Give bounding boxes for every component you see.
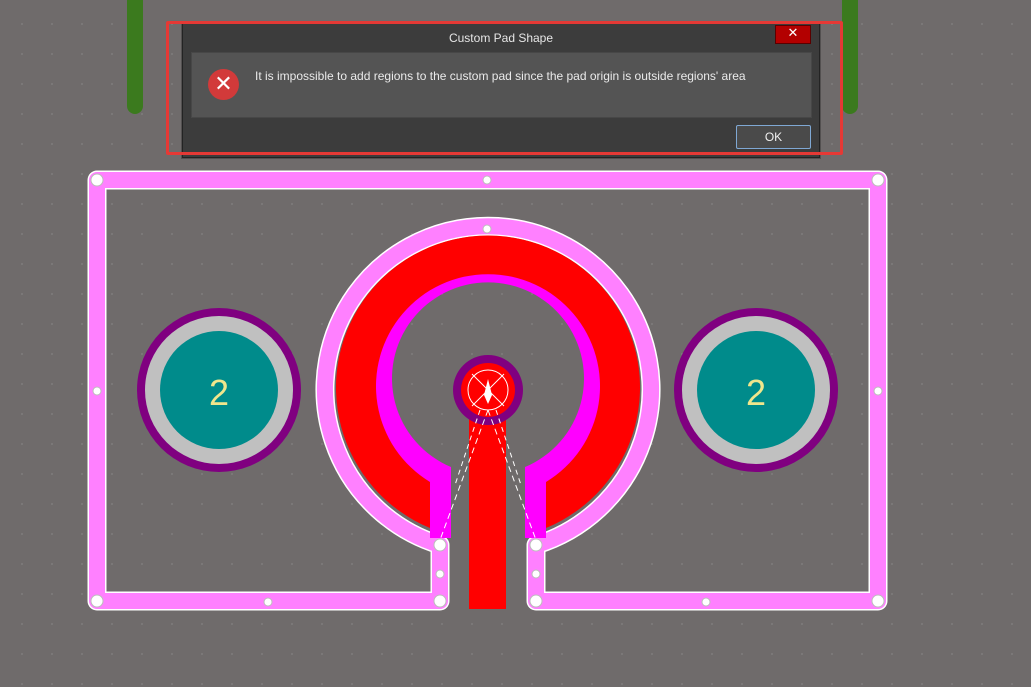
pad-right-label: 2 [746,372,766,413]
vertex-handle [92,386,102,396]
dialog-title: Custom Pad Shape [448,31,554,45]
pad-left[interactable]: 2 [137,308,301,472]
pad-left-label: 2 [209,372,229,413]
error-icon: ✕ [208,69,239,100]
vertex-handle [871,594,885,608]
error-message: It is impossible to add regions to the c… [255,69,746,83]
vertex-handle [529,538,543,552]
vertex-handle [433,538,447,552]
vertex-handle [90,173,104,187]
vertex-handle [529,594,543,608]
vertex-handle [482,175,492,185]
ok-button[interactable]: OK [736,125,811,149]
vertex-handle [433,594,447,608]
vertex-handle [871,173,885,187]
vertex-handle [701,597,711,607]
vertex-handle [263,597,273,607]
copper-stem[interactable] [469,415,506,609]
message-panel: ✕ It is impossible to add regions to the… [191,52,812,118]
vertex-handle [435,569,445,579]
custom-pad-shape-dialog: Custom Pad Shape ✕ ✕ It is impossible to… [182,22,820,158]
vertex-handle [90,594,104,608]
vertex-handle [482,224,492,234]
vertex-handle [531,569,541,579]
pad-right[interactable]: 2 [674,308,838,472]
close-button[interactable]: ✕ [775,25,811,44]
vertex-handle [873,386,883,396]
